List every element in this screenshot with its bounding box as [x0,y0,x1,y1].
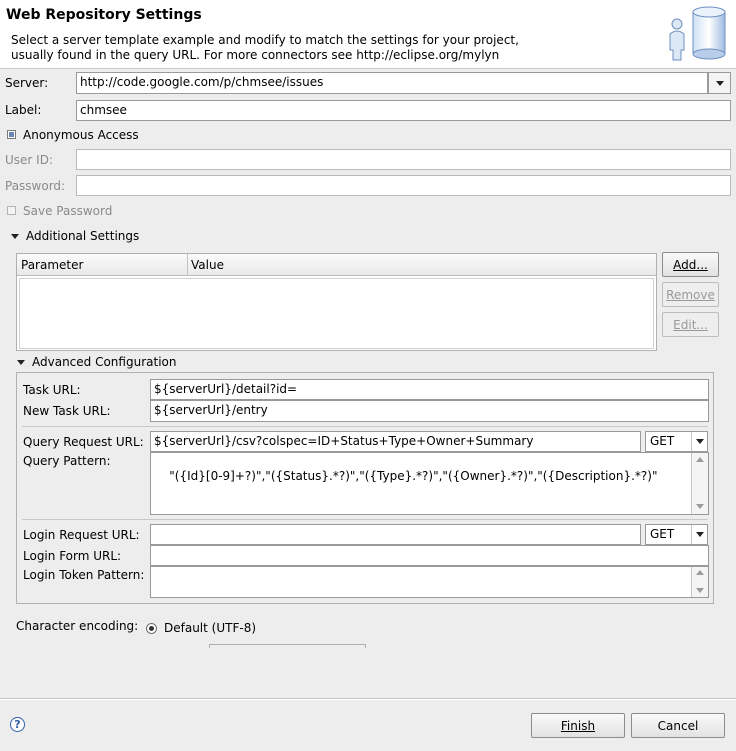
column-value[interactable]: Value [191,258,224,272]
column-parameter[interactable]: Parameter [21,258,83,272]
save-password-label: Save Password [23,204,113,218]
login-form-url-input[interactable] [150,545,709,566]
chevron-down-icon [696,439,704,444]
scroll-up-icon[interactable] [696,570,704,575]
scroll-up-icon[interactable] [696,457,704,462]
parameters-table[interactable]: Parameter Value [16,253,657,351]
expand-arrow-icon [17,360,25,365]
chevron-down-icon [715,80,724,86]
column-divider [187,254,188,276]
finish-button[interactable]: Finish [531,713,625,738]
character-encoding-label: Character encoding: [16,619,139,633]
query-request-url-label: Query Request URL: [23,435,144,449]
wizard-header: Web Repository Settings Select a server … [0,0,736,69]
login-form-url-label: Login Form URL: [23,549,122,563]
cancel-button[interactable]: Cancel [631,713,725,738]
default-encoding-label: Default (UTF-8) [164,621,257,635]
page-title: Web Repository Settings [6,7,202,23]
description-line-2: usually found in the query URL. For more… [11,48,500,62]
login-method-value: GET [650,527,675,541]
advanced-configuration-toggle[interactable] [17,360,25,365]
query-request-url-input[interactable]: ${serverUrl}/csv?colspec=ID+Status+Type+… [150,431,641,452]
server-combo-input[interactable]: http://code.google.com/p/chmsee/issues [76,72,708,94]
chevron-down-icon [696,532,704,537]
additional-settings-label[interactable]: Additional Settings [26,229,139,243]
default-encoding-radio[interactable] [146,623,157,634]
add-button[interactable]: Add... [662,252,719,277]
new-task-url-label: New Task URL: [23,404,111,418]
edit-button-label: Edit... [673,317,708,332]
advanced-configuration-label[interactable]: Advanced Configuration [32,355,176,369]
query-pattern-scrollbar[interactable] [691,453,708,514]
new-task-url-input[interactable]: ${serverUrl}/entry [150,400,709,422]
description-line-1: Select a server template example and mod… [11,33,519,47]
additional-settings-toggle[interactable] [11,234,19,239]
task-url-label: Task URL: [23,383,81,397]
query-pattern-textarea[interactable]: "({Id}[0-9]+?)","({Status}.*?)","({Type}… [150,452,709,515]
login-method-dropdown-button[interactable] [691,525,708,544]
password-input[interactable] [76,175,731,196]
query-pattern-text: "({Id}[0-9]+?)","({Status}.*?)","({Type}… [169,469,658,483]
remove-button[interactable]: Remove [662,282,719,307]
remove-button-label: Remove [666,287,715,302]
clipped-encoding-row [146,644,366,648]
cancel-button-label: Cancel [657,718,699,733]
login-token-scrollbar[interactable] [691,567,708,597]
help-icon[interactable]: ? [10,717,25,732]
table-header: Parameter Value [17,254,656,276]
anonymous-access-label: Anonymous Access [23,128,139,142]
table-body[interactable] [19,278,654,349]
login-token-pattern-textarea[interactable] [150,566,709,598]
task-url-input[interactable]: ${serverUrl}/detail?id= [150,379,709,400]
footer-separator-highlight [0,699,736,700]
query-pattern-label: Query Pattern: [23,454,111,468]
expand-arrow-icon [11,234,19,239]
scroll-down-icon[interactable] [696,588,704,593]
advanced-configuration-group: Task URL: ${serverUrl}/detail?id= New Ta… [16,372,714,604]
label-label: Label: [5,103,42,117]
login-token-pattern-label: Login Token Pattern: [23,568,145,582]
server-dropdown-button[interactable] [708,72,731,94]
user-id-label: User ID: [5,153,53,167]
user-id-input[interactable] [76,149,731,170]
login-request-url-input[interactable] [150,524,641,545]
query-method-value: GET [650,434,675,448]
server-label: Server: [5,76,49,90]
add-button-label: Add... [673,257,708,272]
repository-database-person-icon [669,6,726,61]
save-password-checkbox[interactable] [7,206,16,215]
edit-button[interactable]: Edit... [662,312,719,337]
separator [22,519,708,520]
password-label: Password: [5,179,66,193]
encoding-combo[interactable] [209,644,366,648]
label-input[interactable]: chmsee [76,100,731,121]
finish-button-label: Finish [560,718,596,733]
separator [22,426,708,427]
scroll-down-icon[interactable] [696,504,704,509]
anonymous-access-checkbox[interactable] [7,130,16,139]
query-method-dropdown-button[interactable] [691,432,708,451]
login-request-url-label: Login Request URL: [23,528,140,542]
